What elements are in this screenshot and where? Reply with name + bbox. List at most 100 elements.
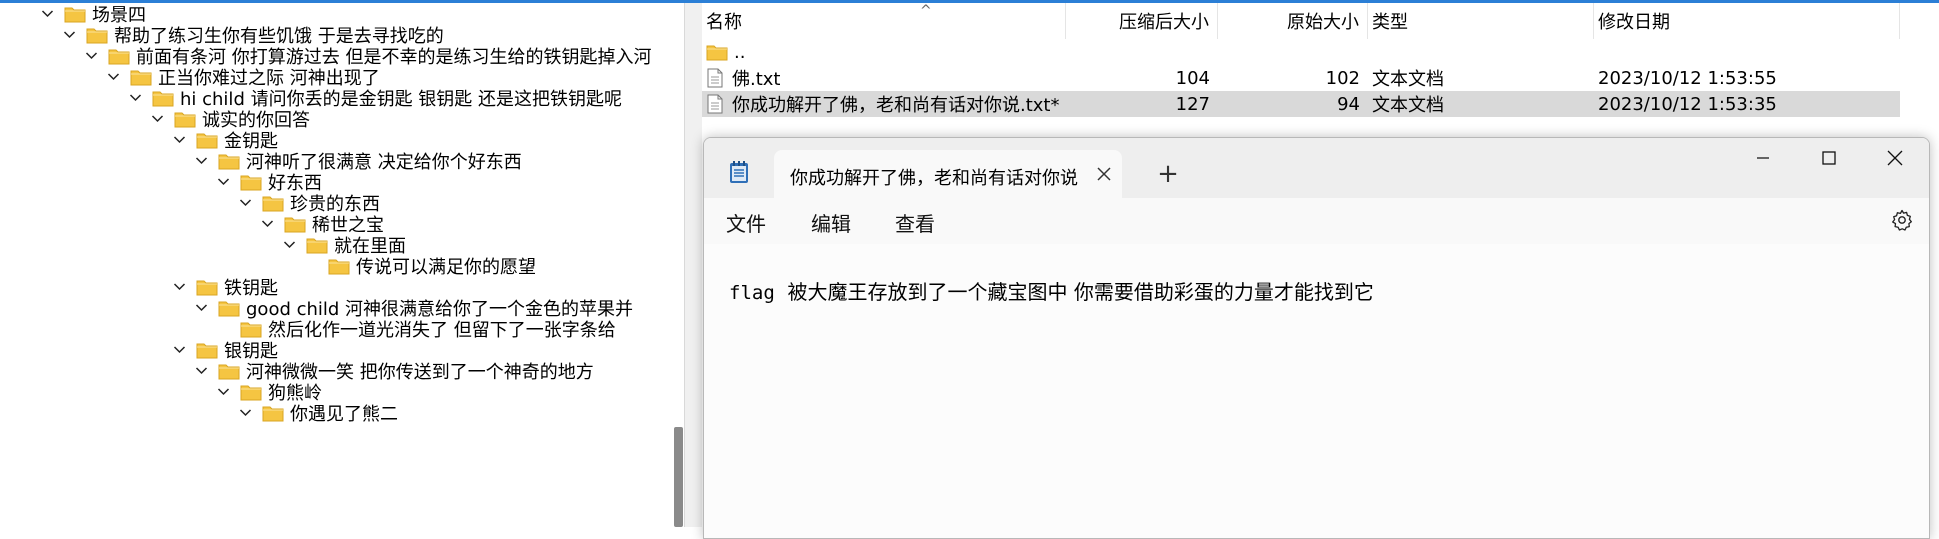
file-row[interactable]: 佛.txt 104 102 文本文档 2023/10/12 1:53:55 — [702, 65, 1900, 91]
folder-icon — [218, 152, 240, 170]
chevron-down-icon[interactable] — [82, 47, 100, 65]
file-type: 文本文档 — [1372, 69, 1444, 90]
tree-node-label: 你遇见了熊二 — [290, 403, 398, 425]
file-size: 94 — [1337, 93, 1360, 115]
tab-active-file[interactable]: 你成功解开了佛，老和尚有话对你说 — [774, 150, 1122, 198]
chevron-down-icon[interactable] — [214, 383, 232, 401]
folder-icon — [86, 26, 108, 44]
editor-content-body: 被大魔王存放到了一个藏宝图中 你需要借助彩蛋的力量才能找到它 — [774, 280, 1374, 304]
folder-icon — [262, 404, 284, 422]
column-header-name-label: 名称 — [706, 12, 742, 33]
editor-content-flag: flag — [729, 282, 775, 304]
chevron-down-icon[interactable] — [170, 341, 188, 359]
tree-node[interactable]: 河神听了很满意 决定给你个好东西 — [192, 150, 522, 173]
notepad-window: 你成功解开了佛，老和尚有话对你说 + 文件 编辑 查看 flag 被大魔王存放到… — [703, 137, 1930, 539]
notepad-editor[interactable]: flag 被大魔王存放到了一个藏宝图中 你需要借助彩蛋的力量才能找到它 — [704, 244, 1929, 538]
text-file-icon — [706, 68, 724, 88]
folder-icon — [218, 362, 240, 380]
menu-view[interactable]: 查看 — [895, 208, 935, 237]
file-packed-size: 104 — [1175, 67, 1210, 89]
column-header-size[interactable]: 原始大小 — [1218, 3, 1368, 39]
maximize-icon — [1822, 151, 1836, 165]
chevron-down-icon[interactable] — [170, 278, 188, 296]
folder-icon — [196, 278, 218, 296]
folder-icon — [174, 110, 196, 128]
column-header-packed-size-label: 压缩后大小 — [1119, 12, 1209, 33]
folder-icon — [240, 173, 262, 191]
column-header-type[interactable]: 类型 — [1368, 3, 1594, 39]
file-row-selected[interactable]: 你成功解开了佛，老和尚有话对你说.txt* 127 94 文本文档 2023/1… — [702, 91, 1900, 117]
chevron-down-icon[interactable] — [104, 68, 122, 86]
file-packed-size: 127 — [1175, 93, 1210, 115]
column-header-name[interactable]: 名称 — [702, 3, 1066, 39]
folder-icon — [218, 299, 240, 317]
menu-file[interactable]: 文件 — [726, 208, 766, 237]
chevron-down-icon[interactable] — [126, 89, 144, 107]
chevron-down-icon[interactable] — [236, 404, 254, 422]
tree-node[interactable]: 传说可以满足你的愿望 — [302, 255, 536, 278]
tree-node[interactable]: 你遇见了熊二 — [236, 402, 398, 425]
folder-icon — [130, 68, 152, 86]
chevron-down-icon[interactable] — [148, 110, 166, 128]
list-row-parent[interactable]: .. — [702, 39, 1900, 65]
file-type: 文本文档 — [1372, 95, 1444, 116]
folder-icon — [152, 89, 174, 107]
settings-gear-icon[interactable] — [1890, 208, 1916, 234]
column-header-packed-size[interactable]: 压缩后大小 — [1066, 3, 1218, 39]
column-header-type-label: 类型 — [1372, 12, 1408, 33]
folder-icon — [262, 194, 284, 212]
menu-edit[interactable]: 编辑 — [811, 208, 851, 237]
tab-title: 你成功解开了佛，老和尚有话对你说 — [790, 168, 1078, 189]
file-modified: 2023/10/12 1:53:35 — [1598, 93, 1777, 115]
tab-close-icon[interactable] — [1092, 162, 1116, 186]
folder-icon — [706, 43, 728, 61]
close-window-button[interactable] — [1862, 138, 1928, 178]
chevron-down-icon[interactable] — [60, 26, 78, 44]
column-header-size-label: 原始大小 — [1287, 12, 1359, 33]
chevron-down-icon[interactable] — [192, 152, 210, 170]
folder-icon — [284, 215, 306, 233]
notepad-app-icon — [728, 160, 750, 184]
chevron-down-icon[interactable] — [192, 299, 210, 317]
folder-icon — [108, 47, 130, 65]
new-tab-button[interactable]: + — [1154, 159, 1182, 189]
folder-tree: 场景四 帮助了练习生你有些饥饿 于是去寻找吃的 前面有条河 你打算游过去 但是不幸的… — [0, 3, 676, 527]
folder-icon — [240, 383, 262, 401]
editor-content: flag 被大魔王存放到了一个藏宝图中 你需要借助彩蛋的力量才能找到它 — [729, 276, 1374, 305]
chevron-down-icon[interactable] — [170, 131, 188, 149]
sort-ascending-icon: ^ — [920, 3, 932, 19]
parent-folder-label: .. — [734, 41, 746, 63]
file-size: 102 — [1325, 67, 1360, 89]
folder-icon — [328, 257, 350, 275]
chevron-down-icon[interactable] — [38, 5, 56, 23]
tree-node[interactable]: hi child 请问你丢的是金钥匙 银钥匙 还是这把铁钥匙呢 — [126, 87, 622, 110]
folder-icon — [240, 320, 262, 338]
folder-icon — [306, 236, 328, 254]
folder-icon — [64, 5, 86, 23]
column-header-modified-label: 修改日期 — [1598, 12, 1670, 33]
close-icon — [1887, 150, 1903, 166]
chevron-down-icon[interactable] — [258, 215, 276, 233]
tree-node-label: 然后化作一道光消失了 但留下了一张字条给 — [268, 319, 616, 341]
file-modified: 2023/10/12 1:53:55 — [1598, 67, 1777, 89]
text-file-icon — [706, 94, 724, 114]
tree-node[interactable]: 河神微微一笑 把你传送到了一个神奇的地方 — [192, 360, 594, 383]
tree-scrollbar-thumb[interactable] — [674, 427, 683, 527]
notepad-titlebar[interactable]: 你成功解开了佛，老和尚有话对你说 + — [704, 138, 1929, 198]
file-name: 佛.txt — [732, 69, 781, 90]
new-tab-label: + — [1157, 159, 1179, 189]
minimize-button[interactable] — [1730, 138, 1796, 178]
notepad-menubar: 文件 编辑 查看 — [704, 198, 1929, 244]
chevron-down-icon[interactable] — [214, 173, 232, 191]
maximize-button[interactable] — [1796, 138, 1862, 178]
folder-icon — [196, 341, 218, 359]
column-header-modified[interactable]: 修改日期 — [1594, 3, 1900, 39]
file-name: 你成功解开了佛，老和尚有话对你说.txt* — [732, 95, 1060, 116]
chevron-down-icon[interactable] — [280, 236, 298, 254]
minimize-icon — [1757, 157, 1769, 159]
tree-node-label: 传说可以满足你的愿望 — [356, 256, 536, 278]
chevron-down-icon[interactable] — [236, 194, 254, 212]
pane-divider[interactable] — [684, 3, 704, 527]
chevron-down-icon[interactable] — [192, 362, 210, 380]
folder-icon — [196, 131, 218, 149]
